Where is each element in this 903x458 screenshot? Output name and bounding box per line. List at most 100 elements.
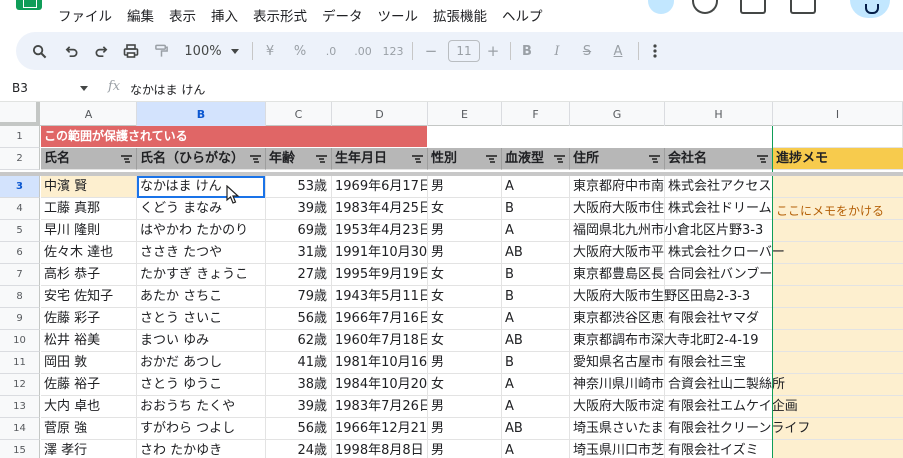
grid-cell[interactable]: さわ たかゆき [137, 440, 266, 458]
header-cell[interactable]: 会社名 [665, 148, 773, 170]
bold-button[interactable]: B [518, 32, 536, 70]
row-header-7[interactable]: 7 [0, 264, 40, 286]
grid-cell[interactable]: 株式会社クローバー [665, 242, 785, 264]
grid-cell[interactable]: 有限会社エムケイ企画 [665, 396, 798, 418]
row-header-15[interactable]: 15 [0, 440, 40, 458]
grid-cell[interactable]: 1969年6月17日 [332, 176, 428, 198]
zoom-dropdown[interactable] [228, 32, 242, 70]
menu-data[interactable]: データ [322, 5, 363, 25]
grid-cell[interactable]: 1983年4月25日 [332, 198, 428, 220]
grid-cell[interactable]: 女 [428, 374, 502, 396]
text-color-button[interactable]: A [608, 32, 628, 70]
row-header-6[interactable]: 6 [0, 242, 40, 264]
grid-cell[interactable]: 56歳 [266, 308, 332, 330]
row-header-5[interactable]: 5 [0, 220, 40, 242]
grid-cell[interactable]: 大阪府大阪市住 [570, 198, 665, 220]
grid-cell[interactable]: 1991年10月30日 [332, 242, 428, 264]
header-cell[interactable]: 年齢 [266, 148, 332, 170]
grid-cell[interactable]: 東京都府中市南 [570, 176, 665, 198]
grid-cell[interactable]: 1960年7月18日 [332, 330, 428, 352]
column-header-a[interactable]: A [41, 102, 137, 126]
grid-cell[interactable] [773, 220, 903, 242]
menu-view[interactable]: 表示 [169, 5, 196, 25]
grid-cell[interactable]: 56歳 [266, 418, 332, 440]
collaborator-avatar[interactable] [648, 0, 674, 14]
grid-cell[interactable]: なかはま けん [137, 176, 266, 198]
grid-cell[interactable]: 62歳 [266, 330, 332, 352]
grid-cell[interactable]: 41歳 [266, 352, 332, 374]
grid-cell[interactable] [773, 242, 903, 264]
header-cell[interactable]: 氏名（ひらがな） [137, 148, 266, 170]
grid-cell[interactable] [773, 330, 903, 352]
zoom-select[interactable]: 100% [182, 32, 224, 70]
grid-cell[interactable]: 有限会社ヤマダ [665, 308, 773, 330]
protected-range-banner[interactable]: この範囲が保護されている [41, 126, 427, 147]
grid-cell[interactable]: 39歳 [266, 198, 332, 220]
grid-cell[interactable]: 合資会社山二製絲所 [665, 374, 785, 396]
row-header-1[interactable]: 1 [0, 126, 40, 148]
grid-cell[interactable]: 53歳 [266, 176, 332, 198]
grid-cell[interactable]: たかすぎ きょうこ [137, 264, 266, 286]
row-header-11[interactable]: 11 [0, 352, 40, 374]
filter-icon[interactable] [412, 155, 423, 163]
grid-cell[interactable]: 埼玉県さいたま [570, 418, 665, 440]
grid-cell[interactable]: B [502, 352, 570, 374]
grid-cell[interactable]: 高杉 恭子 [41, 264, 137, 286]
header-cell[interactable]: 血液型 [502, 148, 570, 170]
grid-cell[interactable]: A [502, 396, 570, 418]
sheets-logo[interactable] [16, 0, 42, 10]
row-header-12[interactable]: 12 [0, 374, 40, 396]
column-header-f[interactable]: F [502, 102, 570, 126]
grid-cell[interactable]: 東京都渋谷区恵 [570, 308, 665, 330]
row-header-14[interactable]: 14 [0, 418, 40, 440]
row-header-9[interactable]: 9 [0, 308, 40, 330]
column-header-e[interactable]: E [428, 102, 502, 126]
grid-cell[interactable]: 有限会社三宝 [665, 352, 773, 374]
filter-icon[interactable] [486, 155, 497, 163]
grid-cell[interactable] [773, 440, 903, 458]
grid-cell[interactable]: 澤 孝行 [41, 440, 137, 458]
grid-cell[interactable]: A [502, 308, 570, 330]
grid-cell[interactable]: すがわら つよし [137, 418, 266, 440]
row-header-8[interactable]: 8 [0, 286, 40, 308]
grid-cell[interactable] [773, 352, 903, 374]
menu-extensions[interactable]: 拡張機能 [433, 5, 487, 25]
grid-cell[interactable]: 中濱 賢 [41, 176, 137, 198]
column-header-g[interactable]: G [570, 102, 665, 126]
grid-cell[interactable]: 安宅 佐知子 [41, 286, 137, 308]
grid-cell[interactable]: 1966年7月16日 [332, 308, 428, 330]
grid-cell[interactable]: AB [502, 330, 570, 352]
currency-format-button[interactable]: ¥ [262, 32, 278, 70]
grid-cell[interactable]: 1953年4月23日 [332, 220, 428, 242]
header-cell[interactable]: 生年月日 [332, 148, 428, 170]
grid-cell[interactable]: 菅原 強 [41, 418, 137, 440]
filter-icon[interactable] [250, 155, 261, 163]
grid-cell[interactable]: A [502, 220, 570, 242]
chevron-down-icon[interactable] [80, 86, 88, 91]
grid-cell[interactable]: 株式会社アクセス [665, 176, 773, 198]
grid-cell[interactable]: 男 [428, 176, 502, 198]
filter-icon[interactable] [121, 155, 132, 163]
history-icon[interactable] [692, 0, 718, 14]
strikethrough-button[interactable]: S [578, 32, 596, 70]
grid-cell[interactable]: 31歳 [266, 242, 332, 264]
grid-cell[interactable] [773, 286, 903, 308]
print-button[interactable] [120, 32, 142, 70]
number-format-button[interactable]: 123 [380, 32, 406, 70]
grid-cell[interactable]: 69歳 [266, 220, 332, 242]
grid-cell[interactable]: おかだ あつし [137, 352, 266, 374]
grid-cell[interactable]: 福岡県北九州市小倉北区片野3-3 [570, 220, 763, 242]
grid-cell[interactable]: 早川 隆則 [41, 220, 137, 242]
grid-cell[interactable]: おおうち たくや [137, 396, 266, 418]
grid-cell[interactable] [773, 176, 903, 198]
grid-cell[interactable] [665, 286, 773, 308]
grid-cell[interactable]: 1983年7月26日 [332, 396, 428, 418]
grid-cell[interactable]: 岡田 敦 [41, 352, 137, 374]
filter-icon[interactable] [649, 155, 660, 163]
grid-cell[interactable]: 女 [428, 198, 502, 220]
grid-cell[interactable]: 有限会社イズミ [665, 440, 773, 458]
italic-button[interactable]: I [548, 32, 566, 70]
grid-cell[interactable]: A [502, 176, 570, 198]
grid-cell[interactable]: A [502, 374, 570, 396]
grid-cell[interactable]: 79歳 [266, 286, 332, 308]
